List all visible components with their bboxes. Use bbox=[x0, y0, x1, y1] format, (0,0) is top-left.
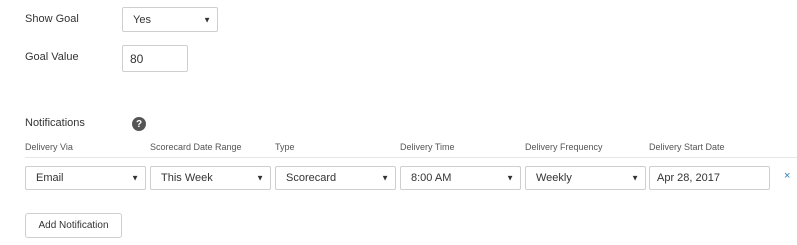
date-range-select[interactable]: This Week ▼ bbox=[150, 166, 271, 190]
show-goal-label: Show Goal bbox=[25, 13, 79, 25]
goal-value-input[interactable]: 80 bbox=[122, 45, 188, 72]
chevron-down-icon: ▼ bbox=[381, 173, 389, 183]
delivery-time-value: 8:00 AM bbox=[411, 172, 452, 184]
close-icon[interactable]: × bbox=[784, 170, 790, 182]
chevron-down-icon: ▼ bbox=[506, 173, 514, 183]
add-notification-button[interactable]: Add Notification bbox=[25, 213, 122, 238]
chevron-down-icon: ▼ bbox=[131, 173, 139, 183]
delivery-time-select[interactable]: 8:00 AM ▼ bbox=[400, 166, 521, 190]
column-header-delivery-via: Delivery Via bbox=[25, 142, 73, 152]
frequency-select[interactable]: Weekly ▼ bbox=[525, 166, 646, 190]
type-select[interactable]: Scorecard ▼ bbox=[275, 166, 396, 190]
delivery-via-select[interactable]: Email ▼ bbox=[25, 166, 146, 190]
show-goal-value: Yes bbox=[133, 13, 151, 26]
type-value: Scorecard bbox=[286, 172, 337, 184]
show-goal-select[interactable]: Yes ▼ bbox=[122, 7, 218, 32]
chevron-down-icon: ▼ bbox=[256, 173, 264, 183]
column-header-frequency: Delivery Frequency bbox=[525, 142, 603, 152]
delivery-via-value: Email bbox=[36, 172, 64, 184]
column-header-date-range: Scorecard Date Range bbox=[150, 142, 242, 152]
date-range-value: This Week bbox=[161, 172, 213, 184]
start-date-input[interactable]: Apr 28, 2017 bbox=[649, 166, 770, 190]
table-divider bbox=[25, 157, 797, 158]
notifications-label: Notifications bbox=[25, 117, 85, 129]
column-header-delivery-time: Delivery Time bbox=[400, 142, 455, 152]
column-header-type: Type bbox=[275, 142, 295, 152]
chevron-down-icon: ▼ bbox=[631, 173, 639, 183]
column-header-start-date: Delivery Start Date bbox=[649, 142, 725, 152]
chevron-down-icon: ▼ bbox=[203, 15, 211, 24]
goal-value-label: Goal Value bbox=[25, 51, 79, 63]
frequency-value: Weekly bbox=[536, 172, 572, 184]
help-icon[interactable]: ? bbox=[132, 117, 146, 131]
